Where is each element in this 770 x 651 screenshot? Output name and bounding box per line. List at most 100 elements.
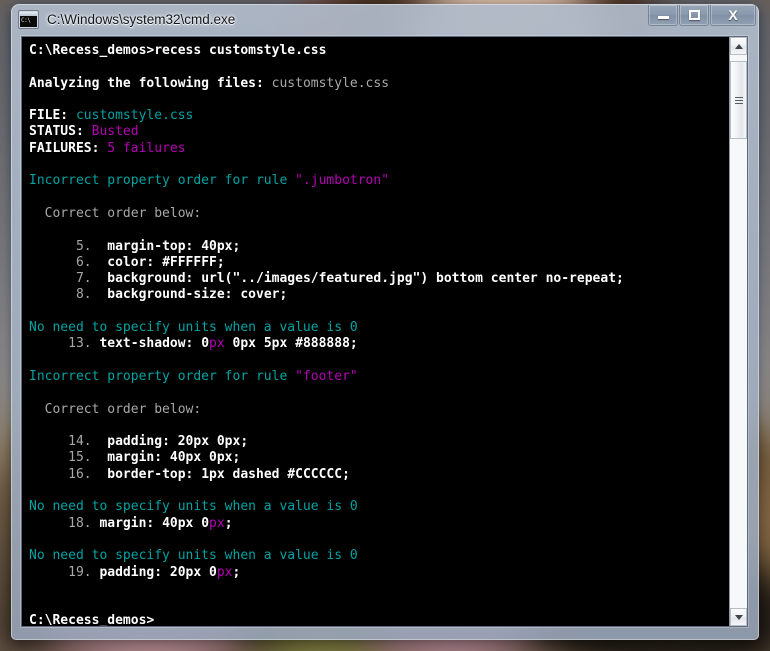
console-text-segment: Analyzing the following files: bbox=[29, 75, 272, 91]
scrollbar-thumb[interactable] bbox=[730, 61, 747, 139]
console-text-segment: 5 failures bbox=[107, 140, 186, 156]
maximize-icon bbox=[688, 10, 700, 20]
console-line: Incorrect property order for rule "foote… bbox=[29, 369, 729, 385]
console-text-segment: No need to specify units when a value is… bbox=[29, 499, 358, 515]
console-text-segment: STATUS: bbox=[29, 124, 92, 140]
console-line: C:\Recess_demos>recess customstyle.css bbox=[29, 43, 729, 59]
console-text-segment: C:\Recess_demos>recess customstyle.css bbox=[29, 43, 327, 58]
console-text-segment: 8. bbox=[29, 287, 108, 303]
console-text-segment: px bbox=[209, 515, 225, 531]
console-text-segment: ; bbox=[224, 515, 233, 531]
close-button[interactable]: X bbox=[710, 5, 756, 26]
console-text-segment: 13. bbox=[29, 336, 100, 352]
console-line: Incorrect property order for rule ".jumb… bbox=[29, 173, 729, 189]
console-text-segment: 6. bbox=[29, 254, 108, 270]
cmd-window[interactable]: C:\Windows\system32\cmd.exe X C:\Recess_… bbox=[11, 4, 759, 640]
console-line: FILE: customstyle.css bbox=[29, 108, 729, 124]
console-scrollbar[interactable] bbox=[729, 37, 747, 626]
console-text-segment: FAILURES: bbox=[29, 140, 108, 156]
console-line: Correct order below: bbox=[29, 206, 729, 222]
console-text-segment: customstyle.css bbox=[271, 75, 390, 91]
console-line: 16. border-top: 1px dashed #CCCCCC; bbox=[29, 467, 729, 483]
console-text-segment: Incorrect property order for rule bbox=[29, 173, 296, 189]
console-text-segment: Correct order below: bbox=[29, 205, 202, 221]
console-text-segment: px bbox=[209, 336, 225, 352]
console-text-segment: 19. bbox=[29, 564, 100, 580]
console-text-segment: customstyle.css bbox=[75, 108, 194, 124]
console-text-segment: No need to specify units when a value is… bbox=[29, 320, 358, 336]
console-text-segment: 14. bbox=[29, 434, 108, 450]
console-text-segment: 15. bbox=[29, 450, 108, 466]
scroll-down-arrow-icon bbox=[734, 614, 743, 620]
console-text-segment: ".jumbotron" bbox=[295, 173, 390, 189]
console-line: STATUS: Busted bbox=[29, 124, 729, 140]
cmd-console-icon bbox=[19, 10, 38, 28]
console-line: 13. text-shadow: 0px 0px 5px #888888; bbox=[29, 336, 729, 352]
console-text-segment: Correct order below: bbox=[29, 401, 202, 417]
console-client-area: C:\Recess_demos>recess customstyle.css An… bbox=[21, 36, 748, 627]
console-text-segment: 5. bbox=[29, 238, 108, 254]
console-text-segment: 18. bbox=[29, 515, 100, 531]
console-text-segment: text-shadow: 0 bbox=[99, 336, 210, 352]
console-text-segment: C:\Recess_demos> bbox=[29, 613, 155, 626]
console-text-segment: FILE: bbox=[29, 108, 76, 124]
scrollbar-track[interactable] bbox=[730, 55, 747, 608]
console-output[interactable]: C:\Recess_demos>recess customstyle.css An… bbox=[22, 37, 729, 626]
console-line: Analyzing the following files: customsty… bbox=[29, 76, 729, 92]
scroll-up-arrow-icon bbox=[734, 43, 743, 49]
scroll-down-button[interactable] bbox=[730, 608, 747, 626]
console-line: No need to specify units when a value is… bbox=[29, 320, 729, 336]
scroll-up-button[interactable] bbox=[730, 37, 747, 55]
console-text-segment: 16. bbox=[29, 466, 108, 482]
console-text-segment: px bbox=[216, 564, 233, 580]
console-line: No need to specify units when a value is… bbox=[29, 548, 729, 564]
console-text-segment: "footer" bbox=[295, 368, 358, 384]
console-text-segment: Busted bbox=[91, 124, 139, 140]
window-title: C:\Windows\system32\cmd.exe bbox=[47, 11, 236, 27]
console-text-segment: color: #FFFFFF; bbox=[107, 254, 225, 270]
console-text-segment: background-size: cover; bbox=[107, 287, 288, 303]
console-line: 14. padding: 20px 0px; bbox=[29, 434, 729, 450]
console-line: 7. background: url("../images/featured.j… bbox=[29, 271, 729, 287]
console-text-segment: margin: 40px 0px; bbox=[107, 450, 241, 466]
console-line: Correct order below: bbox=[29, 402, 729, 418]
console-line: 18. margin: 40px 0px; bbox=[29, 516, 729, 532]
console-text-segment: border-top: 1px dashed #CCCCCC; bbox=[107, 466, 350, 482]
console-line: 5. margin-top: 40px; bbox=[29, 239, 729, 255]
console-line: FAILURES: 5 failures bbox=[29, 141, 729, 157]
console-text-segment: padding: 20px 0px; bbox=[107, 434, 249, 450]
minimize-icon bbox=[657, 16, 669, 19]
console-line: C:\Recess_demos> bbox=[29, 613, 729, 626]
window-titlebar[interactable]: C:\Windows\system32\cmd.exe X bbox=[11, 4, 759, 34]
console-text-segment: padding: 20px 0 bbox=[99, 564, 217, 580]
console-text-segment: background: url("../images/featured.jpg"… bbox=[107, 271, 624, 287]
console-line: 6. color: #FFFFFF; bbox=[29, 255, 729, 271]
minimize-button[interactable] bbox=[648, 5, 678, 26]
console-line: No need to specify units when a value is… bbox=[29, 499, 729, 515]
console-line: 8. background-size: cover; bbox=[29, 287, 729, 303]
console-text-segment: No need to specify units when a value is… bbox=[29, 548, 358, 564]
console-text-segment: ; bbox=[232, 564, 241, 580]
maximize-button[interactable] bbox=[679, 5, 709, 26]
console-text-segment: margin: 40px 0 bbox=[99, 515, 210, 531]
console-text-segment: 7. bbox=[29, 271, 108, 287]
console-text-segment: Incorrect property order for rule bbox=[29, 368, 296, 384]
close-icon: X bbox=[728, 7, 738, 23]
console-line: 19. padding: 20px 0px; bbox=[29, 565, 729, 581]
console-line: 15. margin: 40px 0px; bbox=[29, 450, 729, 466]
scrollbar-grip-icon bbox=[734, 96, 743, 104]
console-text-segment: 0px 5px #888888; bbox=[224, 336, 358, 352]
